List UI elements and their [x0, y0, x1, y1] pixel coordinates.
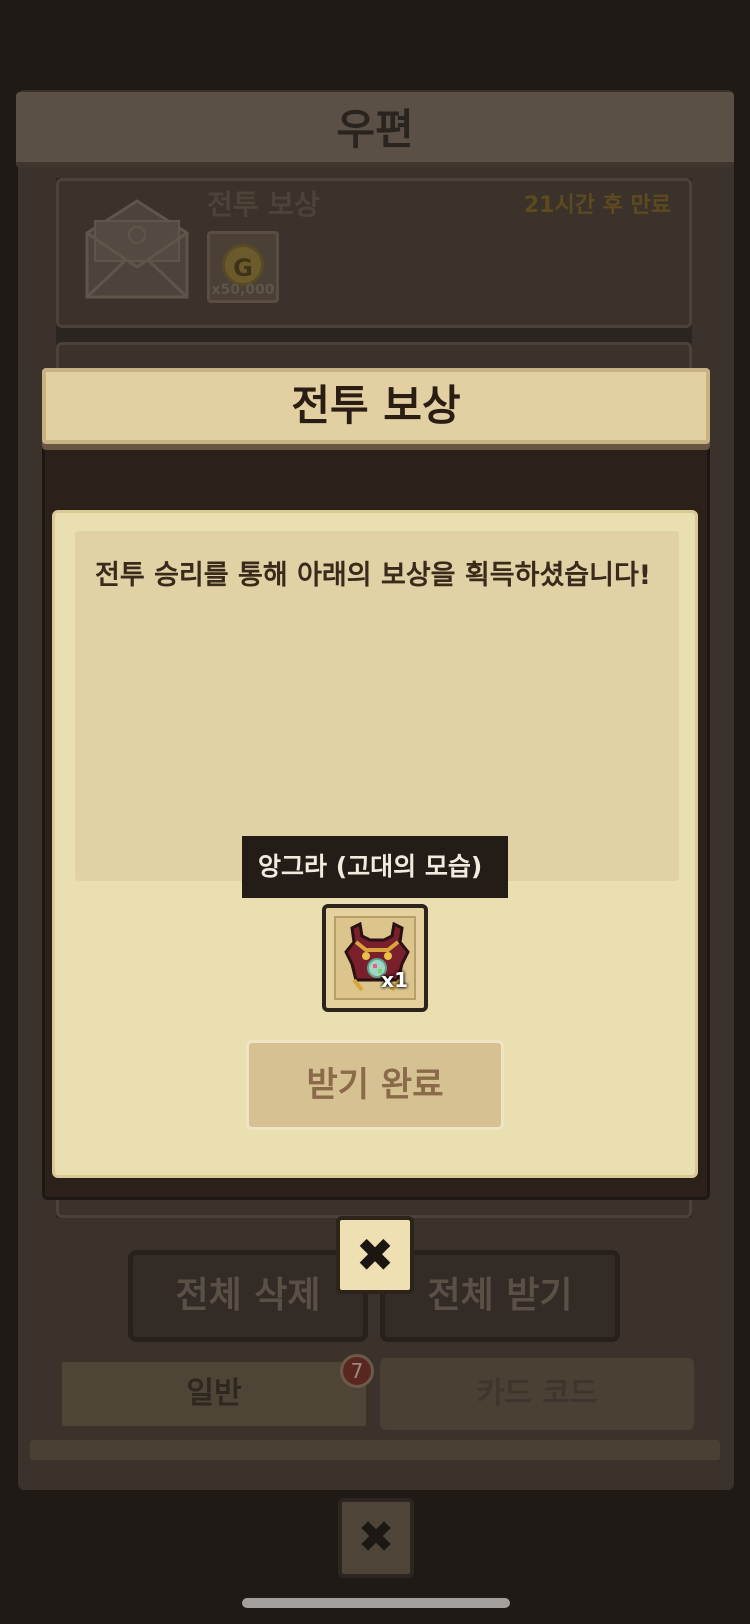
envelope-icon [85, 199, 189, 299]
item-tooltip: 앙그라 (고대의 모습) [242, 836, 508, 898]
delete-all-button[interactable]: 전체 삭제 [128, 1250, 368, 1342]
mail-title: 우편 [336, 105, 414, 154]
reward-item-frame: x1 [334, 916, 416, 1000]
mail-item-title: 전투 보상 [207, 188, 320, 221]
tab-card-code[interactable]: 카드 코드 [380, 1358, 694, 1430]
mail-item[interactable]: 전투 보상 21시간 후 만료 G x50,000 [56, 178, 692, 328]
tab-general[interactable]: 일반 [58, 1358, 370, 1430]
dialog-header: 전투 보상 [42, 368, 710, 444]
reward-message: 전투 승리를 통해 아래의 보상을 획득하셨습니다! [95, 560, 652, 591]
mail-title-bar: 우편 [16, 92, 734, 168]
gold-quantity: x50,000 [211, 282, 275, 298]
home-indicator [242, 1598, 510, 1608]
reward-item-slot[interactable]: x1 [322, 904, 428, 1012]
reward-quantity: x1 [381, 968, 408, 992]
dialog-title: 전투 보상 [291, 381, 461, 430]
mail-window-footer [30, 1440, 720, 1460]
mail-item-expire: 21시간 후 만료 [523, 193, 671, 218]
gold-coin-icon: G [222, 244, 264, 286]
gold-reward-item: G x50,000 [207, 231, 279, 303]
message-box: 전투 승리를 통해 아래의 보상을 획득하셨습니다! [75, 531, 679, 881]
received-button[interactable]: 받기 완료 [246, 1040, 504, 1130]
dialog-close-button[interactable]: ✖ [336, 1216, 414, 1294]
unread-count-badge: 7 [340, 1354, 374, 1388]
receive-all-button[interactable]: 전체 받기 [380, 1250, 620, 1342]
mail-close-button[interactable]: ✖ [338, 1498, 414, 1578]
